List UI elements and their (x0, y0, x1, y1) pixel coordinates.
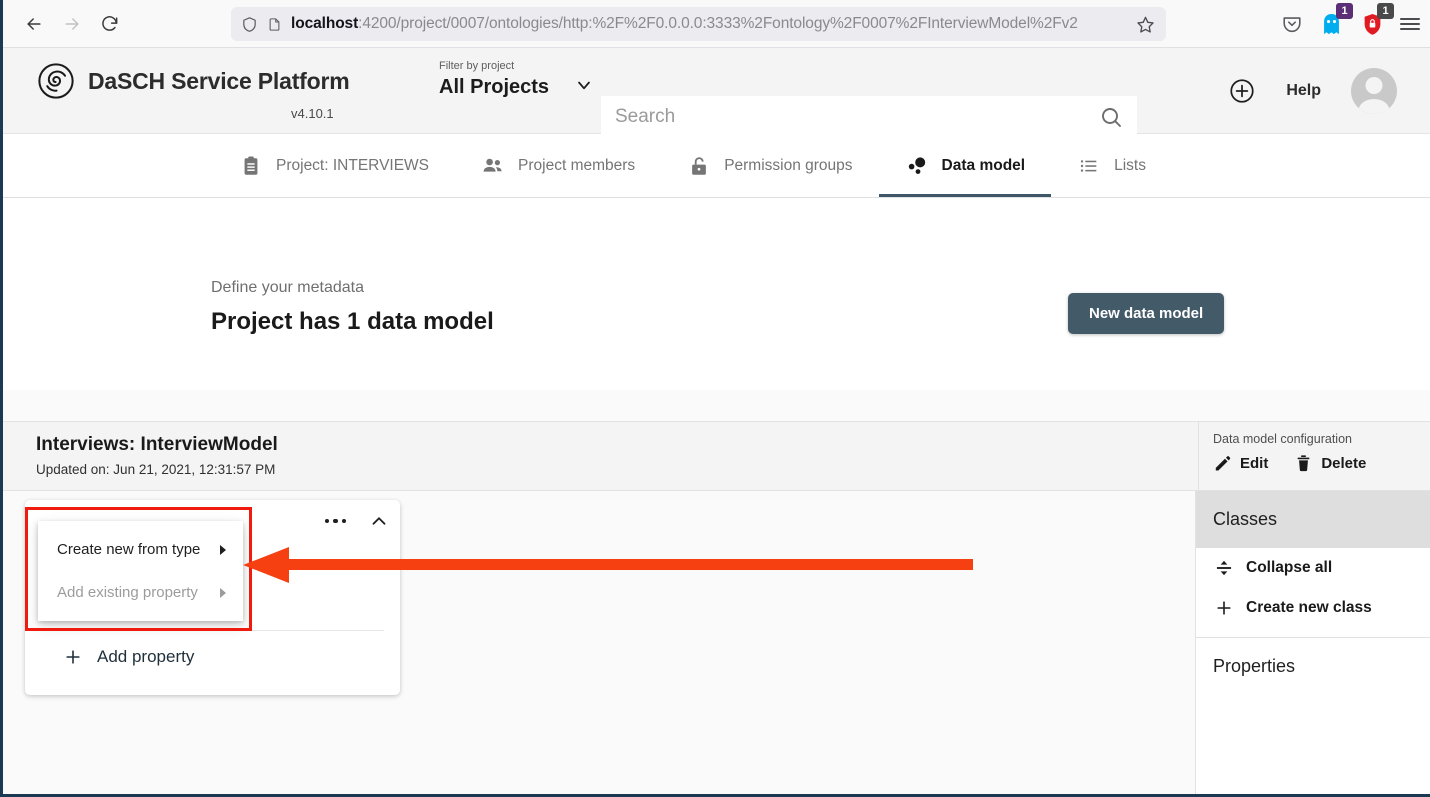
tab-label: Permission groups (724, 157, 852, 175)
class-card-tools (325, 510, 391, 532)
forward-button[interactable] (55, 7, 89, 41)
property-context-menu: Create new from type Add existing proper… (38, 521, 243, 621)
avatar[interactable] (1351, 68, 1397, 114)
ghost-extension-icon[interactable]: 1 (1318, 11, 1344, 37)
data-model-configuration: Data model configuration Edit Delete (1198, 422, 1430, 492)
tab-label: Data model (942, 157, 1026, 175)
triangle-right-icon (220, 588, 226, 598)
menu-item-create-new-from-type[interactable]: Create new from type (38, 528, 243, 571)
shield-lock-extension-icon[interactable]: 1 (1359, 11, 1385, 37)
tab-lists[interactable]: Lists (1051, 134, 1172, 197)
tab-permission-groups[interactable]: Permission groups (661, 134, 878, 197)
tab-project-interviews[interactable]: Project: INTERVIEWS (213, 134, 455, 197)
menu-item-add-existing-property[interactable]: Add existing property (38, 571, 243, 614)
data-model-sidebar: Classes Collapse all Create new class Pr… (1195, 491, 1430, 794)
add-property-label: Add property (97, 647, 194, 667)
sidebar-item-collapse-all[interactable]: Collapse all (1196, 548, 1430, 588)
project-filter-label: Filter by project (439, 60, 594, 72)
tab-label: Project members (518, 157, 635, 175)
sidebar-classes-header: Classes (1196, 491, 1430, 548)
plus-icon (1214, 598, 1234, 618)
project-filter-value: All Projects (439, 76, 549, 99)
more-horizontal-icon[interactable] (325, 519, 347, 524)
ghost-extension-badge: 1 (1336, 3, 1353, 19)
triangle-right-icon (220, 545, 226, 555)
sidebar-properties-header: Properties (1196, 638, 1430, 695)
pencil-icon (1213, 454, 1232, 473)
help-button[interactable]: Help (1286, 82, 1321, 100)
hero-subtitle: Define your metadata (211, 279, 364, 297)
search-icon[interactable] (1099, 105, 1123, 129)
sidebar-item-create-new-class[interactable]: Create new class (1196, 588, 1430, 628)
url-host: localhost (291, 15, 358, 32)
page-document-icon (267, 15, 282, 34)
menu-item-label: Add existing property (57, 584, 198, 601)
card-divider (41, 630, 384, 631)
chevron-down-icon[interactable] (574, 75, 594, 100)
app-version: v4.10.1 (291, 106, 334, 121)
navigation-buttons (3, 7, 127, 41)
plus-icon (63, 647, 83, 667)
project-tabs: Project: INTERVIEWS Project members Perm… (3, 134, 1430, 198)
browser-extensions: 1 1 (1281, 0, 1420, 48)
sidebar-item-label: Create new class (1246, 599, 1372, 617)
chevron-up-icon[interactable] (368, 510, 390, 532)
data-model-configuration-label: Data model configuration (1213, 432, 1352, 446)
page-title: Project has 1 data model (211, 308, 494, 336)
address-bar[interactable]: localhost:4200/project/0007/ontologies/h… (231, 7, 1166, 41)
unlock-icon (687, 154, 711, 178)
menu-item-label: Create new from type (57, 541, 200, 558)
browser-toolbar: localhost:4200/project/0007/ontologies/h… (3, 0, 1430, 48)
star-icon[interactable] (1134, 13, 1156, 35)
sidebar-item-label: Collapse all (1246, 559, 1332, 577)
app-title: DaSCH Service Platform (88, 68, 349, 95)
data-model-name: Interviews: InterviewModel (36, 434, 278, 456)
app-header: DaSCH Service Platform v4.10.1 Filter by… (3, 48, 1430, 134)
search-placeholder: Search (615, 106, 1099, 128)
back-button[interactable] (17, 7, 51, 41)
dasch-spiral-logo (37, 62, 75, 100)
header-actions: Help (1228, 48, 1397, 134)
brand[interactable]: DaSCH Service Platform (37, 62, 349, 100)
tab-project-members[interactable]: Project members (455, 134, 661, 197)
edit-label: Edit (1240, 455, 1268, 472)
data-model-header: Interviews: InterviewModel Updated on: J… (3, 421, 1430, 491)
data-model-updated: Updated on: Jun 21, 2021, 12:31:57 PM (36, 462, 275, 477)
tab-data-model[interactable]: Data model (879, 134, 1052, 197)
people-icon (481, 154, 505, 178)
search-input[interactable]: Search (601, 96, 1137, 138)
bubble-chart-icon (905, 154, 929, 178)
tab-label: Lists (1114, 157, 1146, 175)
delete-label: Delete (1321, 455, 1366, 472)
list-icon (1077, 154, 1101, 178)
url-text: localhost:4200/project/0007/ontologies/h… (291, 15, 1125, 33)
pocket-icon[interactable] (1281, 13, 1303, 35)
project-filter[interactable]: Filter by project All Projects (439, 60, 594, 100)
reload-button[interactable] (93, 7, 127, 41)
delete-button[interactable]: Delete (1294, 454, 1366, 473)
url-path: :4200/project/0007/ontologies/http:%2F%2… (358, 15, 1078, 32)
add-property-button[interactable]: Add property (63, 647, 194, 667)
annotation-arrow (243, 545, 973, 587)
browser-window: localhost:4200/project/0007/ontologies/h… (0, 0, 1430, 797)
collapse-all-icon (1214, 558, 1234, 578)
tracking-shield-icon (241, 15, 258, 34)
trash-icon (1294, 454, 1313, 473)
hamburger-menu-icon[interactable] (1400, 18, 1420, 30)
edit-button[interactable]: Edit (1213, 454, 1268, 473)
clipboard-icon (239, 154, 263, 178)
shield-extension-badge: 1 (1377, 3, 1394, 19)
plus-circle-icon[interactable] (1228, 77, 1256, 105)
tab-label: Project: INTERVIEWS (276, 157, 429, 175)
new-data-model-button[interactable]: New data model (1068, 293, 1224, 334)
